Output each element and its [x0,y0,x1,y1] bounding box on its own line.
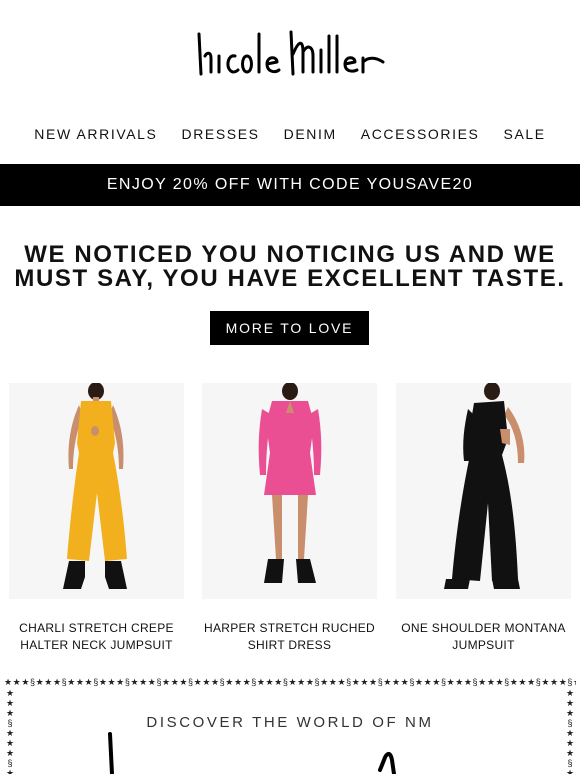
nav-item-dresses[interactable]: DRESSES [182,126,260,142]
nav-item-sale[interactable]: SALE [504,126,546,142]
promo-banner[interactable]: ENJOY 20% OFF WITH CODE YOUSAVE20 [0,164,580,206]
product-name-line-1: ONE SHOULDER MONTANA [401,621,566,635]
product-name[interactable]: CHARLI STRETCH CREPE HALTER NECK JUMPSUI… [9,620,184,654]
product-name-line-2: JUMPSUIT [452,638,515,652]
headline-line-2: MUST SAY, YOU HAVE EXCELLENT TASTE. [14,265,566,292]
black-jumpsuit-model-icon [444,383,525,589]
nicole-miller-logo-icon [197,30,385,76]
script-logo-icon [108,732,396,774]
nav-item-new-arrivals[interactable]: NEW ARRIVALS [34,126,157,142]
product-image[interactable] [396,383,571,599]
promo-text: ENJOY 20% OFF WITH CODE YOUSAVE20 [106,176,474,193]
product-image[interactable] [9,383,184,599]
product-name-line-1: CHARLI STRETCH CREPE [19,621,174,635]
product-name[interactable]: HARPER STRETCH RUCHED SHIRT DRESS [202,620,377,654]
nav-item-denim[interactable]: DENIM [284,126,337,142]
discover-section: ★★★§★★★§★★★§★★★§★★★§★★★§★★★§★★★§★★★§★★★§… [0,672,580,774]
pink-shirt-dress-model-icon [258,383,322,583]
headline-line-1: WE NOTICED YOU NOTICING US AND WE [24,241,556,268]
decorative-border-top: ★★★§★★★§★★★§★★★§★★★§★★★§★★★§★★★§★★★§★★★§… [4,677,576,687]
product-grid: CHARLI STRETCH CREPE HALTER NECK JUMPSUI… [0,383,580,653]
product-image[interactable] [202,383,377,599]
product-card[interactable]: CHARLI STRETCH CREPE HALTER NECK JUMPSUI… [9,383,184,654]
nav-item-accessories[interactable]: ACCESSORIES [361,126,480,142]
product-card[interactable]: HARPER STRETCH RUCHED SHIRT DRESS [202,383,377,654]
product-name[interactable]: ONE SHOULDER MONTANA JUMPSUIT [396,620,571,654]
product-name-line-1: HARPER STRETCH RUCHED [204,621,375,635]
hero-headline: WE NOTICED YOU NOTICING US AND WE MUST S… [0,243,580,291]
product-card[interactable]: ONE SHOULDER MONTANA JUMPSUIT [396,383,571,654]
main-nav: NEW ARRIVALS DRESSES DENIM ACCESSORIES S… [0,126,580,142]
product-name-line-2: SHIRT DRESS [247,638,332,652]
yellow-jumpsuit-model-icon [63,383,127,589]
discover-title: DISCOVER THE WORLD OF NM [146,714,434,731]
more-to-love-button[interactable]: MORE TO LOVE [210,311,369,345]
brand-logo[interactable] [0,26,580,92]
product-name-line-2: HALTER NECK JUMPSUIT [20,638,173,652]
